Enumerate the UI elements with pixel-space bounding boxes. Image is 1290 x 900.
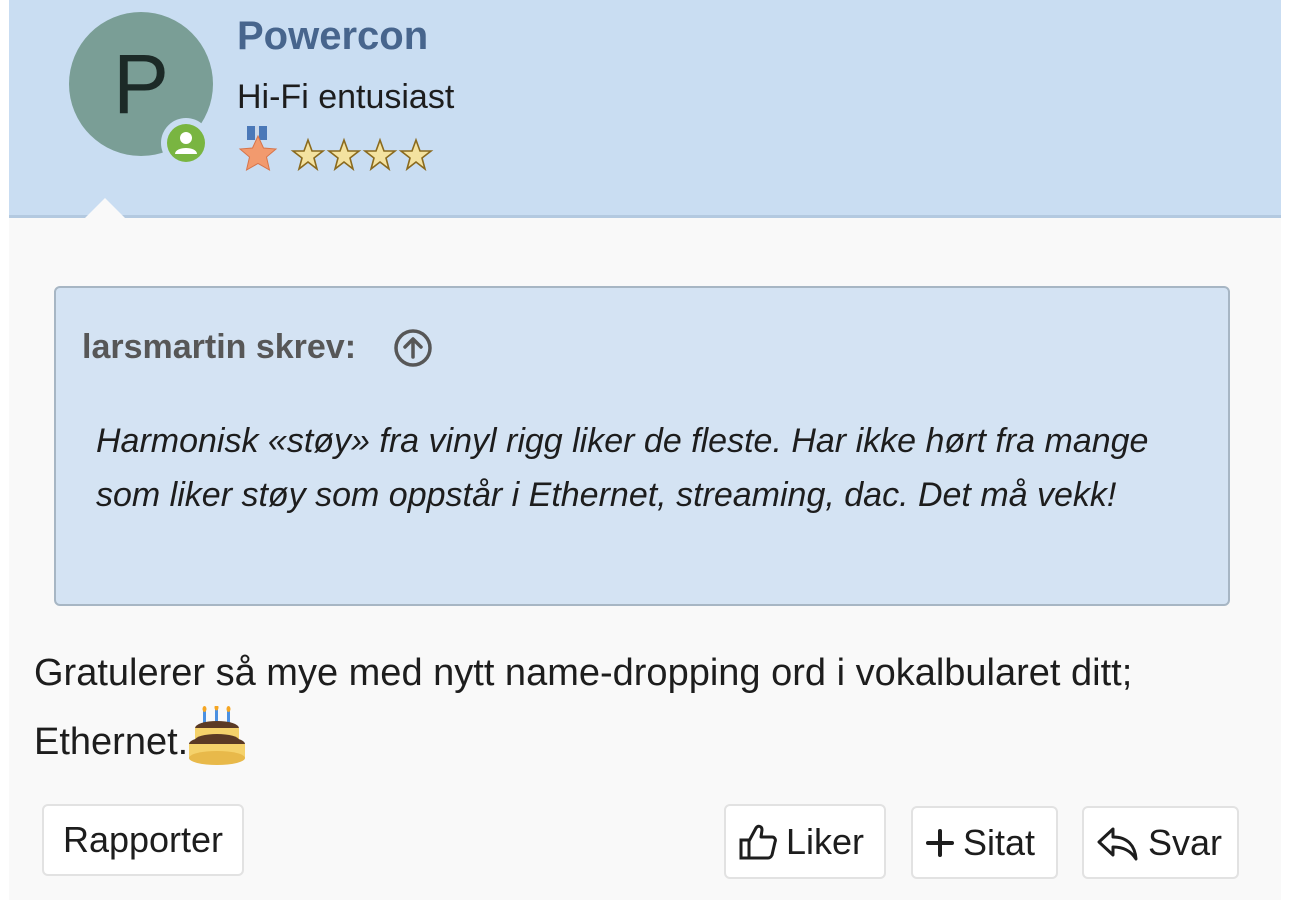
star-icon — [362, 137, 398, 172]
header-pointer — [85, 198, 125, 218]
quote-author[interactable]: larsmartin skrev: — [82, 328, 356, 367]
report-button[interactable]: Rapporter — [42, 804, 244, 876]
star-icon — [290, 137, 326, 172]
birthday-cake-icon — [189, 706, 246, 765]
star-icon — [398, 137, 434, 172]
quote-text: Harmonisk «støy» fra vinyl rigg liker de… — [96, 422, 1149, 514]
rank-icons — [237, 124, 437, 180]
post-author-header: P Powercon Hi-Fi entusiast — [9, 0, 1281, 218]
arrow-up-circle-icon[interactable] — [393, 328, 433, 368]
medal-icon — [238, 126, 278, 171]
user-title: Hi-Fi entusiast — [237, 78, 455, 116]
report-label: Rapporter — [62, 819, 224, 860]
plus-icon — [926, 828, 954, 857]
like-label: Liker — [786, 820, 865, 862]
quote-block: larsmartin skrev: Harmonisk «støy» fra v… — [54, 286, 1230, 606]
reply-button[interactable]: Svar — [1082, 806, 1239, 879]
username-link[interactable]: Powercon — [237, 14, 428, 59]
reply-arrow-icon — [1097, 827, 1138, 860]
quote-label: Sitat — [963, 821, 1036, 863]
post-message: Gratulerer så mye med nytt name-dropping… — [34, 640, 1274, 775]
forum-post: P Powercon Hi-Fi entusiast larsmartin sk… — [9, 0, 1281, 900]
quote-button[interactable]: Sitat — [911, 806, 1058, 879]
user-online-icon — [161, 118, 211, 168]
like-button[interactable]: Liker — [724, 804, 886, 879]
reply-label: Svar — [1148, 821, 1223, 863]
star-icon — [326, 137, 362, 172]
thumbs-up-icon — [739, 824, 777, 859]
